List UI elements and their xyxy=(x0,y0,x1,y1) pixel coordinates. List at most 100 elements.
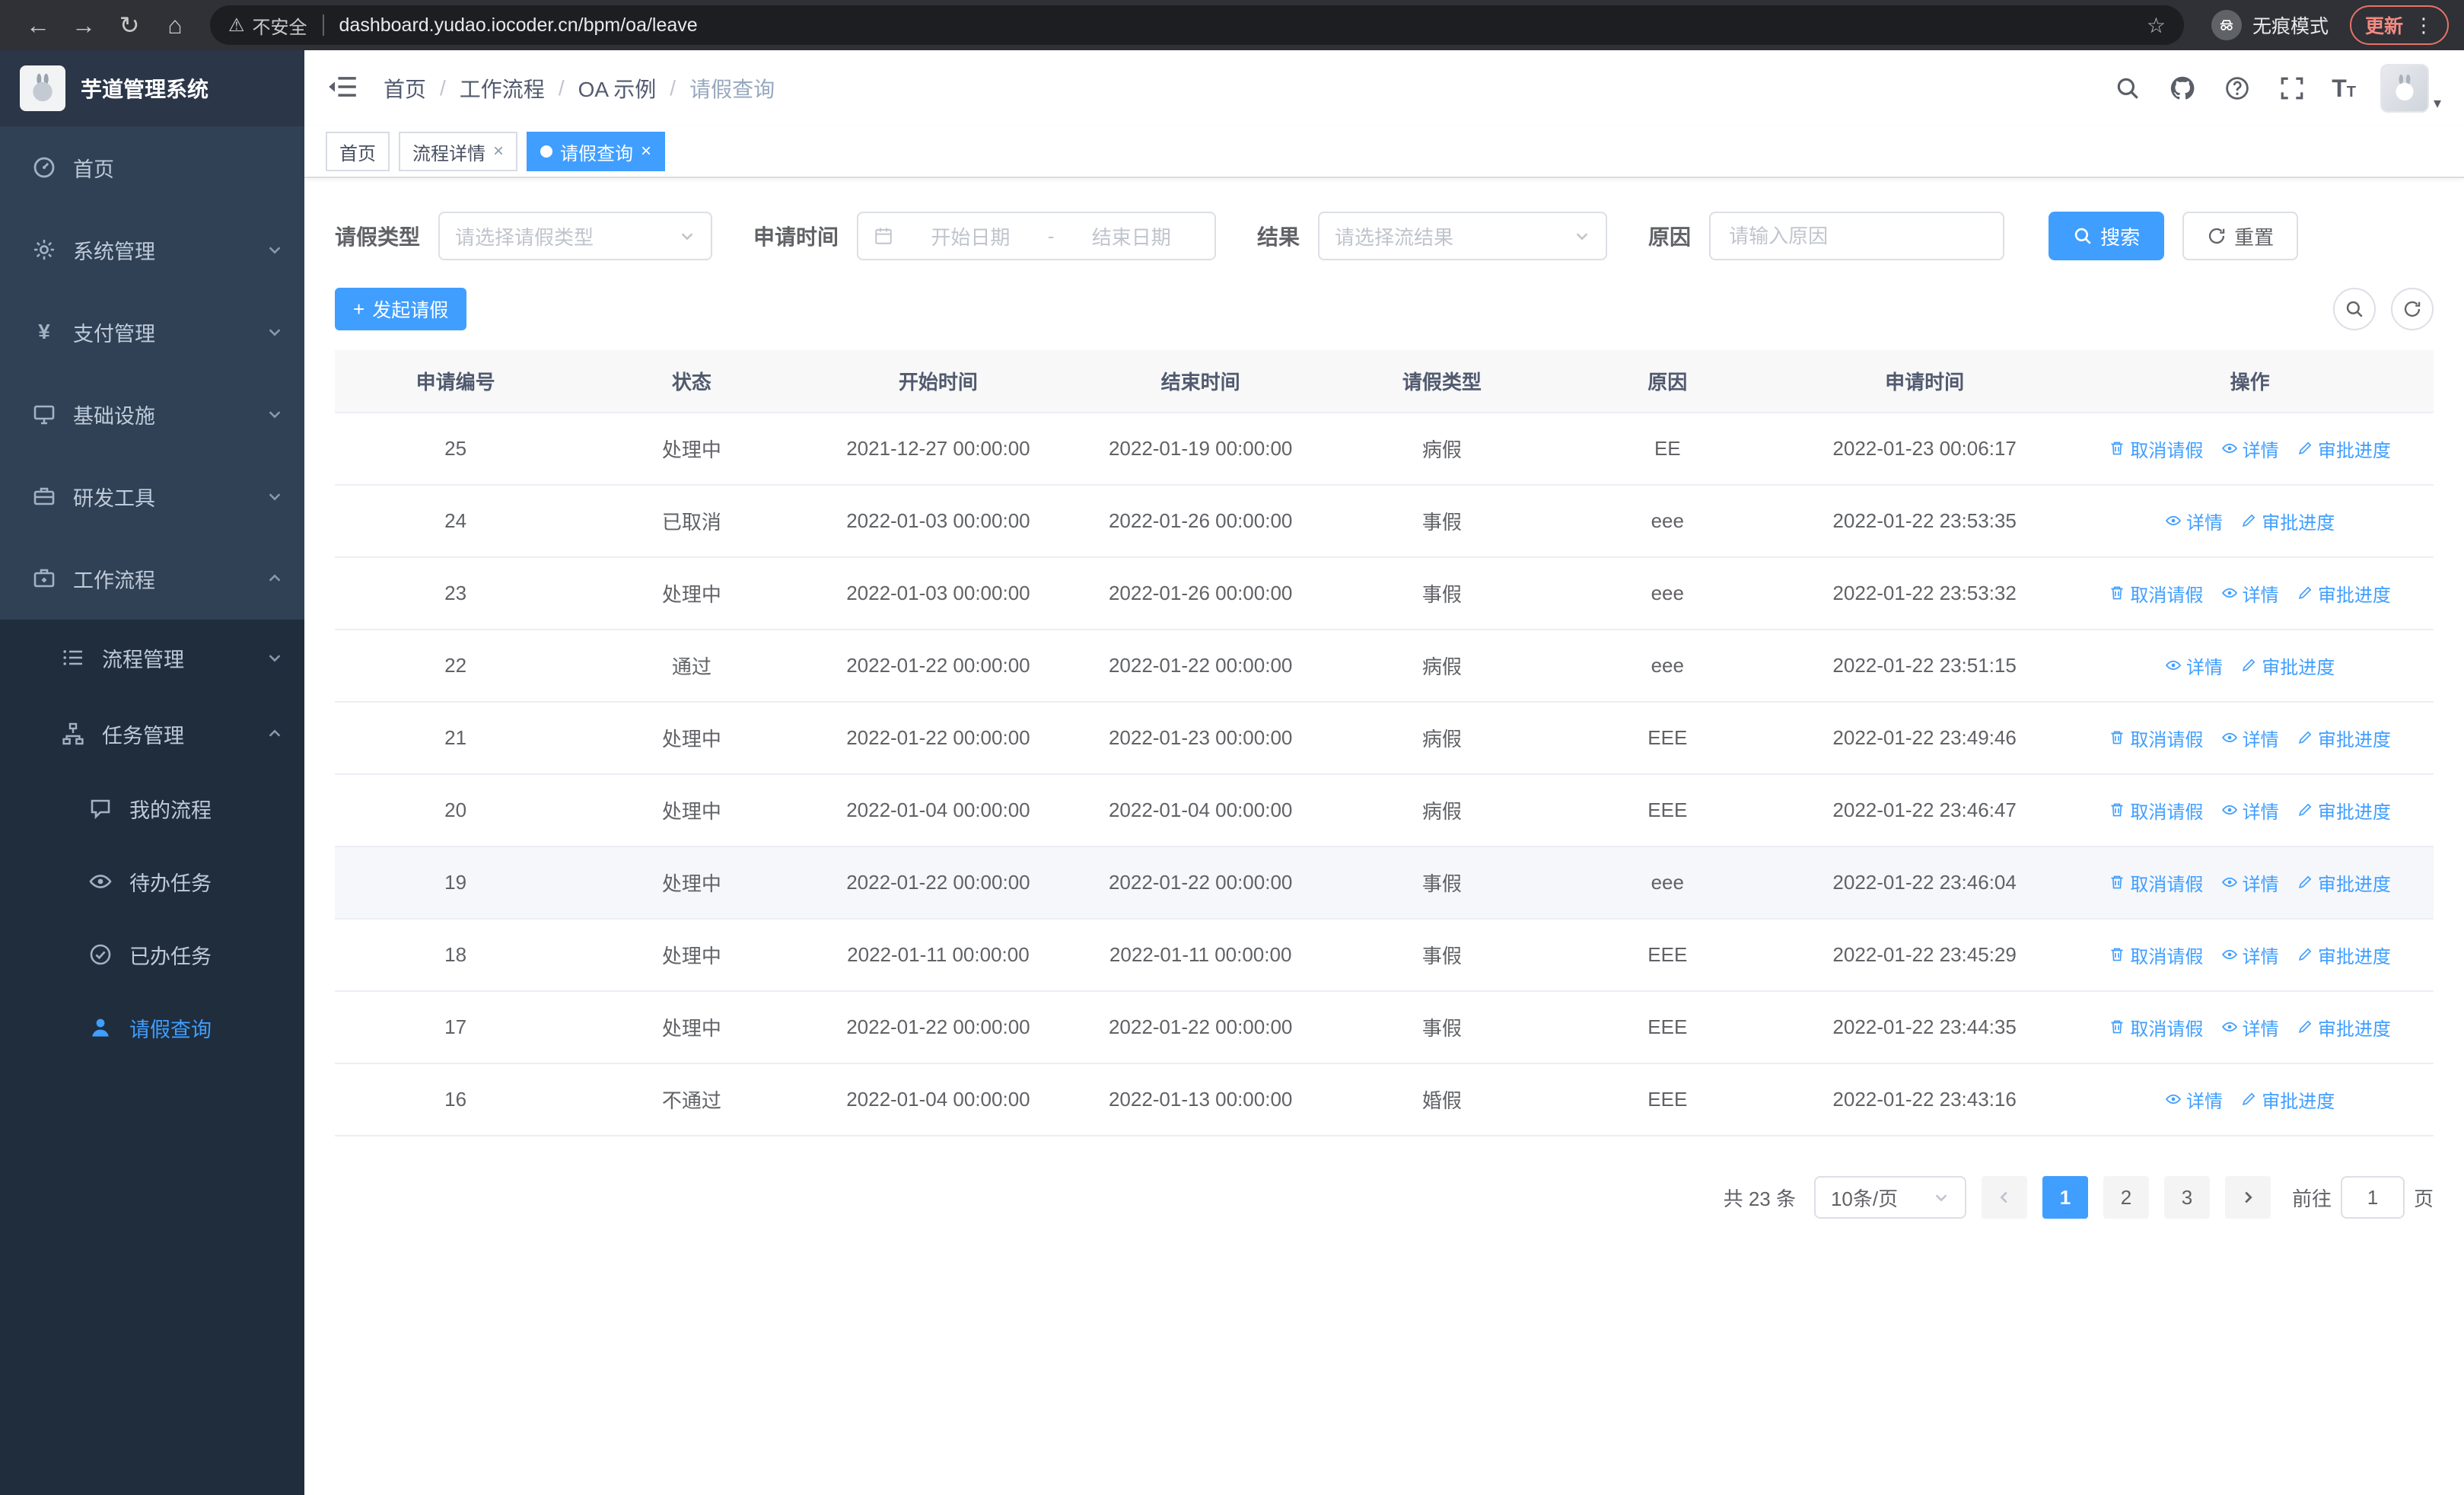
sidebar-item-my-processes[interactable]: 我的流程 xyxy=(0,772,304,845)
apply-time-range-picker[interactable]: 开始日期 - 结束日期 xyxy=(857,212,1217,260)
sidebar-item-system[interactable]: 系统管理 xyxy=(0,209,304,291)
approval-progress-link[interactable]: 审批进度 xyxy=(2240,1086,2335,1113)
font-size-icon[interactable]: TT xyxy=(2332,75,2356,103)
cancel-leave-link[interactable]: 取消请假 xyxy=(2109,869,2203,896)
create-leave-button[interactable]: + 发起请假 xyxy=(335,288,467,330)
bookmark-star-icon[interactable]: ☆ xyxy=(2147,13,2166,38)
navbar-tools: TT ▾ xyxy=(2112,64,2441,113)
result-select[interactable]: 请选择流结果 xyxy=(1318,212,1608,260)
back-icon[interactable]: ← xyxy=(15,4,61,46)
close-icon[interactable]: × xyxy=(493,142,504,161)
refresh-table-button[interactable] xyxy=(2391,288,2434,330)
browser-menu-icon[interactable]: ⋮ xyxy=(2414,14,2434,37)
detail-link[interactable]: 详情 xyxy=(2165,508,2223,534)
sidebar-item-infrastructure[interactable]: 基础设施 xyxy=(0,373,304,455)
reason-input[interactable] xyxy=(1709,212,2005,260)
detail-link[interactable]: 详情 xyxy=(2221,942,2279,968)
sidebar-filler xyxy=(0,1064,304,1495)
table-row: 21 处理中 2022-01-22 00:00:00 2022-01-23 00:0… xyxy=(335,702,2434,775)
chevron-up-icon xyxy=(266,570,283,587)
approval-progress-link[interactable]: 审批进度 xyxy=(2297,942,2391,968)
close-icon[interactable]: × xyxy=(641,142,651,161)
sidebar-item-payment[interactable]: ¥ 支付管理 xyxy=(0,291,304,373)
breadcrumb-home[interactable]: 首页 xyxy=(384,73,426,104)
detail-link[interactable]: 详情 xyxy=(2165,1086,2223,1113)
cancel-leave-link[interactable]: 取消请假 xyxy=(2109,580,2203,607)
page-size-select[interactable]: 10条/页 xyxy=(1813,1176,1966,1219)
col-reason: 原因 xyxy=(1552,350,1783,413)
cancel-leave-link[interactable]: 取消请假 xyxy=(2109,797,2203,824)
reset-button[interactable]: 重置 xyxy=(2182,212,2299,260)
app-logo[interactable]: 芋道管理系统 xyxy=(0,50,304,126)
detail-link[interactable]: 详情 xyxy=(2221,797,2279,824)
sidebar-item-task-management[interactable]: 任务管理 xyxy=(0,696,304,772)
chevron-down-icon xyxy=(266,649,283,666)
approval-progress-link[interactable]: 审批进度 xyxy=(2240,652,2335,679)
next-page-button[interactable] xyxy=(2224,1176,2271,1219)
sidebar-item-todo-tasks[interactable]: 待办任务 xyxy=(0,845,304,918)
url-text: dashboard.yudao.iocoder.cn/bpm/oa/leave xyxy=(339,14,698,36)
edit-icon xyxy=(2243,1092,2255,1106)
home-icon[interactable]: ⌂ xyxy=(152,4,198,46)
toggle-search-button[interactable] xyxy=(2333,288,2376,330)
approval-progress-link[interactable]: 审批进度 xyxy=(2297,797,2391,824)
cancel-leave-link[interactable]: 取消请假 xyxy=(2109,942,2203,968)
leave-type-select[interactable]: 请选择请假类型 xyxy=(438,212,713,260)
sidebar-item-leave-query[interactable]: 请假查询 xyxy=(0,991,304,1064)
list-icon xyxy=(61,645,85,670)
forward-icon[interactable]: → xyxy=(61,4,107,46)
tab-leave-query[interactable]: 请假查询 × xyxy=(527,132,666,171)
col-applied: 申请时间 xyxy=(1782,350,2067,413)
browser-update-button[interactable]: 更新 ⋮ xyxy=(2349,5,2449,45)
sidebar-item-devtools[interactable]: 研发工具 xyxy=(0,455,304,537)
help-icon[interactable] xyxy=(2222,73,2252,104)
address-bar[interactable]: ⚠ 不安全 dashboard.yudao.iocoder.cn/bpm/oa/… xyxy=(210,5,2184,45)
page-3-button[interactable]: 3 xyxy=(2163,1176,2210,1219)
refresh-icon xyxy=(2209,228,2225,244)
cancel-leave-link[interactable]: 取消请假 xyxy=(2109,435,2203,462)
detail-link[interactable]: 详情 xyxy=(2221,725,2279,751)
detail-link[interactable]: 详情 xyxy=(2221,435,2279,462)
breadcrumb-workflow[interactable]: 工作流程 xyxy=(460,73,545,104)
tab-process-detail[interactable]: 流程详情 × xyxy=(399,132,518,171)
page-2-button[interactable]: 2 xyxy=(2103,1176,2149,1219)
user-menu[interactable]: ▾ xyxy=(2380,64,2441,113)
eye-icon xyxy=(2221,805,2237,815)
sidebar-item-process-management[interactable]: 流程管理 xyxy=(0,620,304,696)
cancel-leave-link[interactable]: 取消请假 xyxy=(2109,1014,2203,1041)
workflow-icon xyxy=(32,566,56,591)
detail-link[interactable]: 详情 xyxy=(2165,652,2223,679)
reload-icon[interactable]: ↻ xyxy=(107,4,152,46)
breadcrumb-oa-example[interactable]: OA 示例 xyxy=(578,73,657,104)
tab-home[interactable]: 首页 xyxy=(326,132,390,171)
apply-time-label: 申请时间 xyxy=(753,225,839,249)
detail-link[interactable]: 详情 xyxy=(2221,1014,2279,1041)
search-icon[interactable] xyxy=(2112,73,2143,104)
detail-link[interactable]: 详情 xyxy=(2221,580,2279,607)
approval-progress-link[interactable]: 审批进度 xyxy=(2240,508,2335,534)
sidebar-item-home[interactable]: 首页 xyxy=(0,126,304,209)
cancel-leave-link[interactable]: 取消请假 xyxy=(2109,725,2203,751)
detail-link[interactable]: 详情 xyxy=(2221,869,2279,896)
approval-progress-link[interactable]: 审批进度 xyxy=(2297,1014,2391,1041)
approval-progress-link[interactable]: 审批进度 xyxy=(2297,725,2391,751)
github-icon[interactable] xyxy=(2167,73,2198,104)
not-secure-badge[interactable]: ⚠ 不安全 xyxy=(228,12,307,39)
tree-icon xyxy=(61,722,85,746)
trash-icon xyxy=(2111,948,2123,961)
goto-page-input[interactable] xyxy=(2340,1176,2405,1219)
search-button[interactable]: 搜索 xyxy=(2049,212,2165,260)
approval-progress-link[interactable]: 审批进度 xyxy=(2297,869,2391,896)
fullscreen-icon[interactable] xyxy=(2277,73,2307,104)
col-id: 申请编号 xyxy=(335,350,577,413)
avatar xyxy=(2380,64,2429,113)
sidebar-item-workflow[interactable]: 工作流程 xyxy=(0,537,304,620)
user-icon xyxy=(88,1015,113,1040)
approval-progress-link[interactable]: 审批进度 xyxy=(2297,580,2391,607)
prev-page-button[interactable] xyxy=(1981,1176,2027,1219)
edit-icon xyxy=(2298,441,2312,455)
approval-progress-link[interactable]: 审批进度 xyxy=(2297,435,2391,462)
sidebar-item-done-tasks[interactable]: 已办任务 xyxy=(0,918,304,991)
page-1-button[interactable]: 1 xyxy=(2042,1176,2088,1219)
menu-fold-icon[interactable] xyxy=(327,72,361,105)
